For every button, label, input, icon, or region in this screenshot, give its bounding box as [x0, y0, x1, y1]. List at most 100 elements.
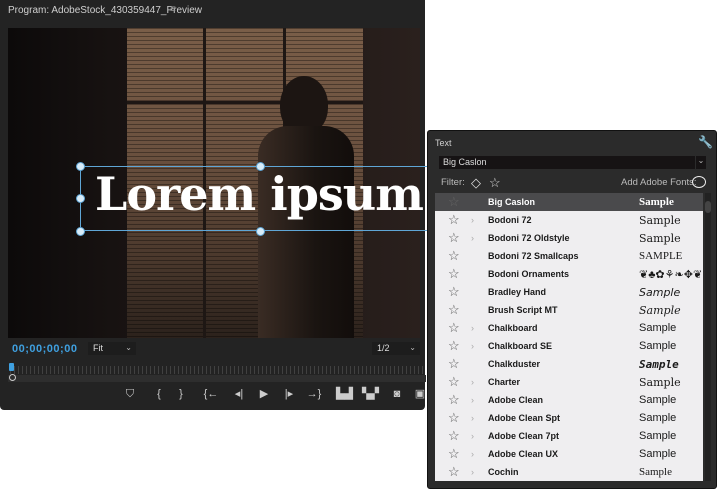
font-list-item[interactable]: ☆ Bodoni 72 Smallcaps SAMPLE: [435, 247, 703, 265]
mark-in-button[interactable]: {: [151, 387, 167, 401]
font-sample: SAMPLE: [639, 250, 683, 262]
font-list: ☆ Big Caslon Sample ☆ › Bodoni 72 Sample ☆ › Bodo…: [435, 193, 703, 481]
chevron-right-icon[interactable]: ›: [471, 215, 474, 225]
creative-cloud-icon[interactable]: [692, 176, 706, 188]
font-name: Bodoni 72 Oldstyle: [488, 233, 570, 243]
extract-button[interactable]: ▚▞: [362, 387, 379, 401]
comparison-view-button[interactable]: ▣: [412, 387, 428, 401]
favorite-star-icon[interactable]: ☆: [448, 320, 460, 336]
favorite-star-icon[interactable]: ☆: [448, 194, 460, 210]
export-frame-button[interactable]: ◙: [389, 387, 405, 401]
font-list-item[interactable]: ☆ › Chalkboard Sample: [435, 319, 703, 337]
font-list-item[interactable]: ☆ Bodoni Ornaments ❦♣✿⚘❧✥❦: [435, 265, 703, 283]
chevron-right-icon[interactable]: ›: [471, 377, 474, 387]
favorite-star-icon[interactable]: ☆: [448, 284, 460, 300]
favorite-star-icon[interactable]: ☆: [448, 410, 460, 426]
go-to-in-button[interactable]: {←: [203, 387, 219, 401]
font-list-item[interactable]: ☆ › Adobe Clean Spt Sample: [435, 409, 703, 427]
font-sample: ❦♣✿⚘❧✥❦: [639, 268, 703, 281]
font-sample: Sample: [639, 375, 681, 389]
chevron-right-icon[interactable]: ›: [471, 323, 474, 333]
chevron-down-icon[interactable]: ⌄: [696, 156, 706, 169]
chevron-right-icon[interactable]: ›: [471, 395, 474, 405]
text-panel: Text 🔧 Big Caslon ⌄ Filter: ◇ ☆ Add Adob…: [427, 130, 717, 489]
favorite-star-icon[interactable]: ☆: [448, 212, 460, 228]
wrench-icon[interactable]: 🔧: [698, 135, 713, 149]
font-sample: Sample: [639, 430, 677, 442]
font-name: Charter: [488, 377, 521, 387]
font-sample: Sample: [639, 412, 677, 424]
font-name: Chalkboard: [488, 323, 538, 333]
mark-out-button[interactable]: }: [173, 387, 189, 401]
favorite-star-icon[interactable]: ☆: [448, 464, 460, 480]
scrollbar[interactable]: [705, 193, 711, 481]
chevron-right-icon[interactable]: ›: [471, 467, 474, 477]
scrollbar-thumb[interactable]: [705, 201, 711, 213]
zoom-select[interactable]: Fit ⌄: [88, 342, 136, 355]
font-sample: Sample: [639, 448, 677, 460]
favorite-star-icon[interactable]: ☆: [448, 392, 460, 408]
favorite-star-icon[interactable]: ☆: [448, 248, 460, 264]
timecode[interactable]: 00;00;00;00: [12, 343, 77, 355]
font-list-item[interactable]: ☆ › Adobe Clean UX Sample: [435, 445, 703, 463]
favorite-star-icon[interactable]: ☆: [448, 266, 460, 282]
favorite-star-icon[interactable]: ☆: [448, 302, 460, 318]
font-name: Adobe Clean 7pt: [488, 431, 560, 441]
font-sample: Sample: [639, 340, 677, 352]
favorite-star-icon[interactable]: ☆: [448, 428, 460, 444]
chevron-right-icon[interactable]: ›: [471, 341, 474, 351]
play-button[interactable]: ▶: [256, 387, 272, 401]
chevron-right-icon[interactable]: ›: [471, 431, 474, 441]
font-list-item[interactable]: ☆ › Adobe Clean 7pt Sample: [435, 427, 703, 445]
favorite-star-icon[interactable]: ☆: [448, 356, 460, 372]
font-name: Brush Script MT: [488, 305, 558, 315]
favorite-star-icon[interactable]: ☆: [448, 446, 460, 462]
favorite-star-icon[interactable]: ☆: [448, 374, 460, 390]
step-back-button[interactable]: ◂|: [231, 387, 247, 401]
font-name: Chalkboard SE: [488, 341, 553, 351]
star-filter-icon[interactable]: ☆: [489, 175, 501, 191]
hamburger-icon[interactable]: ≡: [170, 4, 176, 15]
font-list-item[interactable]: ☆ Brush Script MT Sample: [435, 301, 703, 319]
add-marker-button[interactable]: ⛉: [122, 387, 138, 401]
person-silhouette-body: [258, 126, 354, 338]
chevron-right-icon[interactable]: ›: [471, 449, 474, 459]
font-list-item[interactable]: ☆ › Cochin Sample: [435, 463, 703, 481]
resize-handle[interactable]: [76, 227, 85, 236]
font-list-item[interactable]: ☆ Chalkduster Sample: [435, 355, 703, 373]
timeline-scrubber[interactable]: [8, 375, 426, 382]
font-list-item[interactable]: ☆ › Adobe Clean Sample: [435, 391, 703, 409]
favorite-star-icon[interactable]: ☆: [448, 230, 460, 246]
resolution-select-value: 1/2: [377, 343, 390, 353]
playhead[interactable]: [9, 363, 14, 371]
step-forward-button[interactable]: |▸: [281, 387, 297, 401]
font-sample: Sample: [639, 394, 677, 406]
chevron-right-icon[interactable]: ›: [471, 413, 474, 423]
font-list-item[interactable]: ☆ › Bodoni 72 Oldstyle Sample: [435, 229, 703, 247]
resize-handle[interactable]: [256, 162, 265, 171]
resolution-select[interactable]: 1/2 ⌄: [372, 342, 420, 355]
font-name: Bodoni 72 Smallcaps: [488, 251, 579, 261]
favorite-star-icon[interactable]: ☆: [448, 338, 460, 354]
overlay-text[interactable]: Lorem ipsum: [95, 167, 424, 221]
font-list-item[interactable]: ☆ Big Caslon Sample: [435, 193, 703, 211]
time-ruler[interactable]: [10, 366, 426, 374]
resize-handle[interactable]: [256, 227, 265, 236]
font-list-item[interactable]: ☆ › Bodoni 72 Sample: [435, 211, 703, 229]
font-sample: Sample: [639, 231, 681, 245]
playhead-circle[interactable]: [9, 374, 16, 381]
text-panel-title: Text: [435, 138, 452, 148]
font-list-item[interactable]: ☆ Bradley Hand Sample: [435, 283, 703, 301]
chevron-right-icon[interactable]: ›: [471, 233, 474, 243]
resize-handle[interactable]: [76, 194, 85, 203]
font-select[interactable]: Big Caslon: [439, 156, 695, 169]
font-name: Bodoni Ornaments: [488, 269, 570, 279]
lift-button[interactable]: ▙▟: [336, 387, 353, 401]
font-sample: Sample: [639, 213, 681, 227]
resize-handle[interactable]: [76, 162, 85, 171]
font-list-item[interactable]: ☆ › Chalkboard SE Sample: [435, 337, 703, 355]
font-list-item[interactable]: ☆ › Charter Sample: [435, 373, 703, 391]
filter-label: Filter:: [441, 177, 465, 188]
cloud-filter-icon[interactable]: ◇: [471, 175, 481, 191]
go-to-out-button[interactable]: →}: [306, 387, 322, 401]
